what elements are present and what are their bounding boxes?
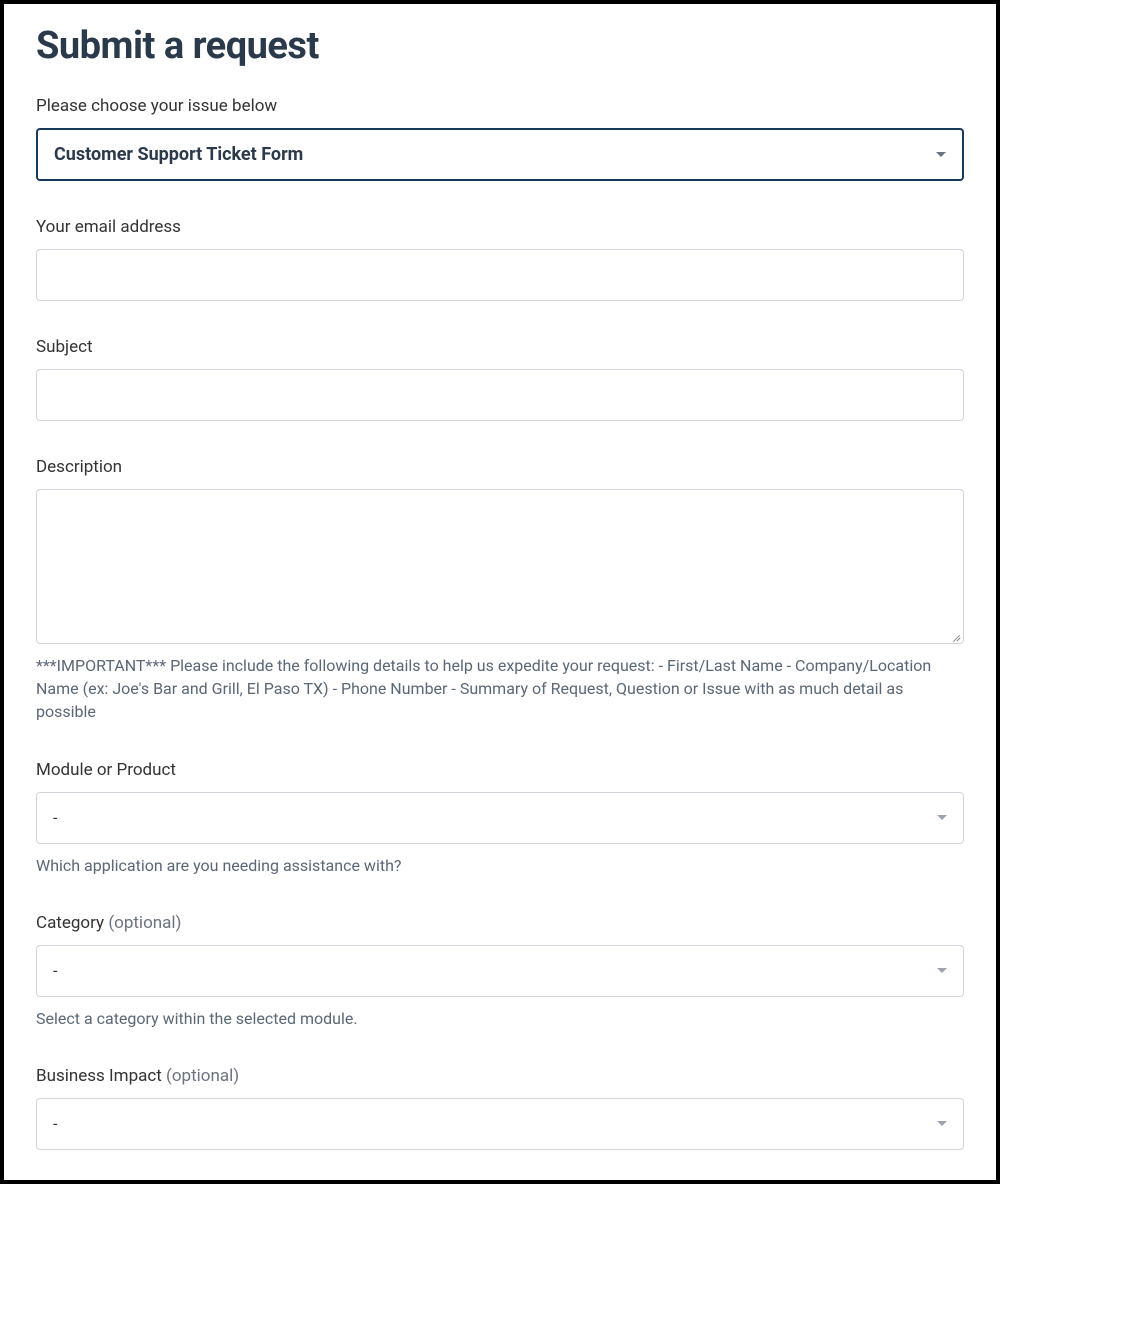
category-optional: (optional) — [108, 913, 181, 933]
impact-label-text: Business Impact — [36, 1066, 162, 1086]
impact-select[interactable]: - — [36, 1098, 964, 1150]
email-label: Your email address — [36, 217, 964, 237]
description-label: Description — [36, 457, 964, 477]
category-help: Select a category within the selected mo… — [36, 1007, 964, 1030]
module-select-value: - — [53, 808, 937, 827]
issue-select[interactable]: Customer Support Ticket Form — [36, 128, 964, 181]
impact-label: Business Impact (optional) — [36, 1066, 964, 1086]
chevron-down-icon — [937, 1121, 947, 1126]
field-issue: Please choose your issue below Customer … — [36, 96, 964, 181]
module-label: Module or Product — [36, 760, 964, 780]
chevron-down-icon — [937, 968, 947, 973]
category-select-value: - — [53, 961, 937, 980]
issue-label: Please choose your issue below — [36, 96, 964, 116]
description-textarea[interactable] — [36, 489, 964, 644]
category-select[interactable]: - — [36, 945, 964, 997]
impact-select-value: - — [53, 1114, 937, 1133]
category-label-text: Category — [36, 913, 104, 933]
description-help: ***IMPORTANT*** Please include the follo… — [36, 654, 964, 724]
email-input[interactable] — [36, 249, 964, 301]
issue-select-value: Customer Support Ticket Form — [54, 144, 936, 165]
page-title: Submit a request — [36, 24, 964, 68]
module-select[interactable]: - — [36, 792, 964, 844]
chevron-down-icon — [937, 815, 947, 820]
field-subject: Subject — [36, 337, 964, 421]
field-description: Description ***IMPORTANT*** Please inclu… — [36, 457, 964, 724]
category-label: Category (optional) — [36, 913, 964, 933]
field-impact: Business Impact (optional) - — [36, 1066, 964, 1150]
subject-label: Subject — [36, 337, 964, 357]
field-email: Your email address — [36, 217, 964, 301]
module-help: Which application are you needing assist… — [36, 854, 964, 877]
field-module: Module or Product - Which application ar… — [36, 760, 964, 877]
impact-optional: (optional) — [166, 1066, 239, 1086]
subject-input[interactable] — [36, 369, 964, 421]
field-category: Category (optional) - Select a category … — [36, 913, 964, 1030]
chevron-down-icon — [936, 152, 946, 157]
